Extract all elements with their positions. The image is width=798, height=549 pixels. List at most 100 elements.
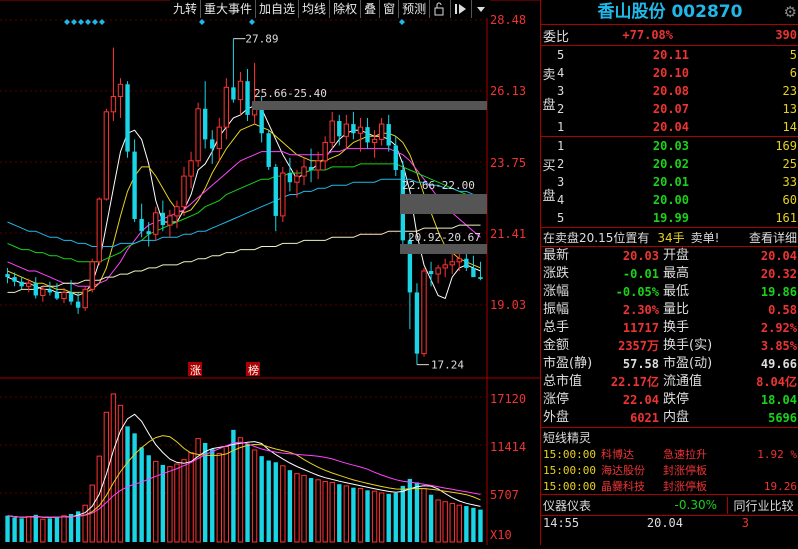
- volume-bar: [294, 473, 300, 543]
- kline-chart-svg[interactable]: 27.89 17.24 25.66-25.40 22.66-22.00 20.92-20…: [0, 0, 540, 545]
- sell-level-4[interactable]: 4 20.10 6: [557, 64, 798, 82]
- stat-value: 20.03: [622, 249, 659, 263]
- candle-body: [280, 172, 286, 217]
- news-time: 15:00:00: [543, 463, 596, 477]
- dropdown-icon[interactable]: [472, 0, 490, 18]
- candle-body: [237, 80, 244, 101]
- order-alert-row[interactable]: 在卖盘20.15位置有 34手 卖单! 查看详细: [541, 228, 798, 247]
- candle-body: [421, 270, 427, 355]
- news-time: 15:00:00: [543, 447, 596, 461]
- level-price: 19.99: [652, 211, 689, 225]
- level-num: 2: [557, 157, 565, 171]
- news-value: 19.26: [763, 479, 797, 493]
- volume-bar: [167, 466, 173, 543]
- tick-time: 14:55: [543, 516, 580, 530]
- stock-title: 香山股份 002870 ⚙: [541, 0, 798, 25]
- volume-bar: [357, 488, 364, 543]
- buy-level-1[interactable]: 1 20.03 169: [557, 137, 798, 155]
- sell-level-2[interactable]: 2 20.07 13: [557, 100, 798, 118]
- volume-bar: [329, 481, 335, 543]
- news-item[interactable]: 15:00:00 晶爨科技 封涨停板 19.26: [541, 478, 798, 494]
- candle-body: [47, 289, 53, 293]
- volume-bar: [301, 474, 307, 543]
- buy-level-4[interactable]: 4 20.00 60: [557, 191, 798, 209]
- volume-bar: [202, 442, 208, 542]
- zone-label-lower: 20.92-20.67: [408, 231, 481, 244]
- tb-exright-button[interactable]: 除权: [330, 0, 362, 18]
- volume-bar: [223, 445, 230, 543]
- sell-level-1[interactable]: 1 20.04 14: [557, 118, 798, 136]
- volume-bar: [322, 481, 328, 543]
- industry-compare-button[interactable]: 同行业比较: [727, 496, 798, 514]
- tb-major-events-button[interactable]: 重大事件: [201, 0, 257, 18]
- volume-bar: [26, 516, 32, 543]
- volume-bar: [280, 465, 286, 543]
- tb-window-button[interactable]: 窗: [380, 0, 400, 18]
- volume-bar: [273, 462, 278, 542]
- stat-value: 19.86: [760, 285, 797, 299]
- stat-value: 18.04: [760, 393, 797, 407]
- buy-level-5[interactable]: 5 19.99 161: [557, 209, 798, 227]
- news-header: 短线精灵: [541, 427, 798, 446]
- candle-body: [5, 274, 10, 278]
- stat-value: 2357万: [618, 339, 659, 353]
- buy-level-2[interactable]: 2 20.02 25: [557, 155, 798, 173]
- tb-ma-button[interactable]: 均线: [299, 0, 331, 18]
- arrow-right-icon[interactable]: [451, 0, 473, 18]
- level-num: 4: [557, 193, 565, 207]
- candle-body: [33, 283, 38, 296]
- tb-forecast-button[interactable]: 预测: [399, 0, 431, 18]
- candle-body: [153, 212, 159, 235]
- view-detail-link[interactable]: 查看详细: [719, 229, 798, 246]
- level-price: 20.07: [652, 102, 689, 116]
- news-item[interactable]: 15:00:00 科博达 急速拉升 1.92 %: [541, 446, 798, 462]
- volume-bar: [96, 455, 102, 543]
- stat-row: 金额 2357万 换手(实) 3.85%: [543, 337, 798, 355]
- buy-orderbook: 买盘 1 20.03 169 2 20.02 25 3 20.01 33 4 20.00 60 5 19.…: [541, 137, 798, 228]
- candle-body: [26, 282, 32, 287]
- tb-jiuzhuan-button[interactable]: 九转: [170, 0, 202, 18]
- level-volume: 13: [782, 102, 797, 116]
- level-num: 2: [557, 102, 565, 116]
- candle-body: [365, 127, 370, 143]
- gear-icon[interactable]: ⚙: [784, 0, 797, 24]
- level-price: 20.01: [652, 175, 689, 189]
- candle-body: [301, 166, 307, 177]
- level-price: 20.08: [652, 84, 689, 98]
- volume-bar: [216, 453, 222, 543]
- candle-body: [195, 108, 201, 162]
- candle-body: [386, 124, 391, 146]
- stock-name-code: 香山股份 002870: [597, 2, 743, 22]
- volume-bar: [251, 449, 258, 543]
- level-num: 4: [557, 66, 565, 80]
- lock-icon[interactable]: [430, 0, 452, 18]
- sell-level-5[interactable]: 5 20.11 5: [557, 46, 798, 64]
- sell-side-label: 卖盘: [542, 68, 556, 113]
- stat-label: 金额: [543, 338, 570, 353]
- tb-overlay-button[interactable]: 叠: [361, 0, 381, 18]
- volume-bar: [54, 516, 60, 542]
- buy-level-3[interactable]: 3 20.01 33: [557, 173, 798, 191]
- volume-bar: [456, 504, 462, 543]
- stat-label: 换手: [663, 320, 690, 335]
- sell-level-3[interactable]: 3 20.08 23: [557, 82, 798, 100]
- candle-body: [12, 277, 17, 282]
- volume-bar: [287, 470, 293, 542]
- volume-bar: [231, 429, 236, 542]
- stat-label: 换手(实): [663, 338, 713, 353]
- stat-label: 流通值: [663, 374, 703, 389]
- order-alert-type: 卖单!: [690, 230, 720, 245]
- candle-body: [68, 292, 74, 302]
- level-num: 3: [557, 175, 565, 189]
- news-stock: 晶爨科技: [601, 480, 645, 493]
- industry-label: 仪器仪表: [543, 498, 592, 513]
- kline-chart-area[interactable]: 27.89 17.24 25.66-25.40 22.66-22.00 20.92-20…: [0, 0, 540, 545]
- tb-add-watchlist-button[interactable]: 加自选: [256, 0, 300, 18]
- news-item[interactable]: 15:00:00 海达股份 封涨停板: [541, 462, 798, 478]
- volume-bar: [245, 443, 250, 542]
- news-stock: 科博达: [601, 448, 634, 461]
- candle-body: [442, 264, 448, 269]
- stat-value: 22.04: [622, 393, 659, 407]
- candle-body: [103, 111, 110, 200]
- stat-label: 开盘: [663, 248, 690, 263]
